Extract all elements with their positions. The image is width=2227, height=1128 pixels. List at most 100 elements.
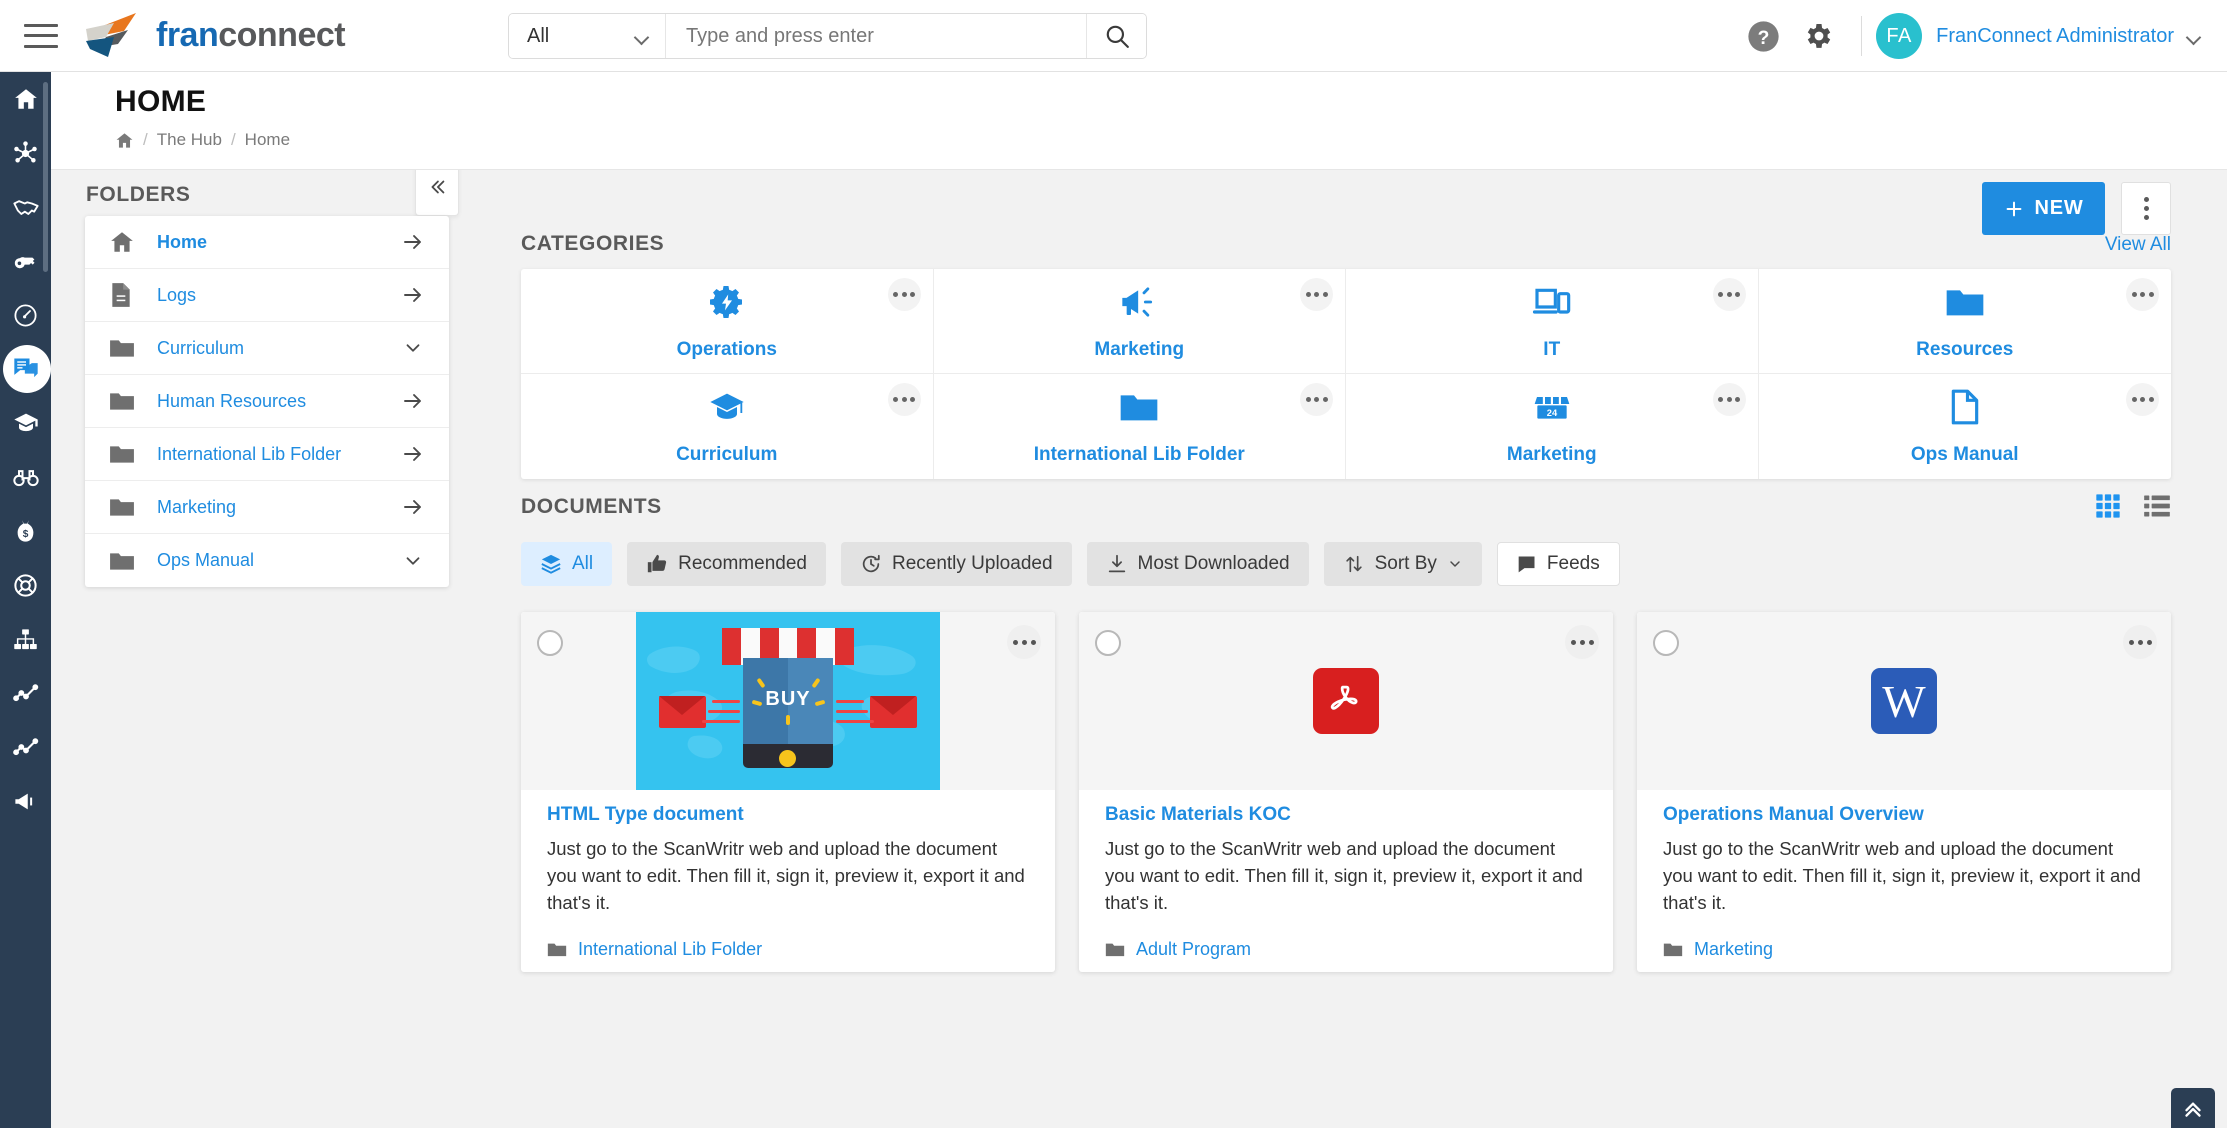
chevron-down-icon[interactable] bbox=[399, 550, 427, 572]
hamburger-icon[interactable] bbox=[24, 23, 58, 48]
arrow-right-icon[interactable] bbox=[399, 230, 427, 254]
more-horizontal-icon[interactable] bbox=[887, 278, 921, 311]
circle-checkbox-icon[interactable] bbox=[537, 630, 563, 656]
category-tile-ops-manual[interactable]: Ops Manual bbox=[1759, 374, 2172, 479]
nav-item-performance[interactable] bbox=[0, 288, 51, 342]
nav-item-finance[interactable]: $ bbox=[0, 504, 51, 558]
nav-item-insights[interactable] bbox=[0, 720, 51, 774]
category-tile-marketing[interactable]: Marketing bbox=[933, 269, 1346, 374]
list-view-icon[interactable] bbox=[2143, 492, 2171, 525]
breadcrumb-item-home[interactable]: Home bbox=[245, 130, 290, 150]
filter-label: Recommended bbox=[678, 553, 807, 574]
nav-item-campaigns[interactable] bbox=[0, 774, 51, 828]
more-horizontal-icon[interactable] bbox=[1300, 278, 1333, 311]
avatar[interactable]: FA bbox=[1876, 13, 1923, 59]
search-input[interactable] bbox=[666, 14, 1086, 58]
folder-row-human-resources[interactable]: Human Resources bbox=[85, 375, 449, 428]
categories-view-all-link[interactable]: View All bbox=[2105, 234, 2171, 256]
folder-row-international-lib-folder[interactable]: International Lib Folder bbox=[85, 428, 449, 481]
nav-item-field-ops[interactable] bbox=[0, 450, 51, 504]
search-scope-value: All bbox=[527, 24, 550, 47]
card-folder-link[interactable]: Adult Program bbox=[1105, 939, 1251, 960]
card-thumbnail bbox=[1079, 612, 1613, 790]
more-horizontal-icon[interactable] bbox=[2126, 278, 2159, 311]
settings-button[interactable] bbox=[1791, 8, 1847, 64]
folder-icon bbox=[109, 496, 141, 518]
category-tile-resources[interactable]: Resources bbox=[1758, 269, 2171, 374]
circle-checkbox-icon[interactable] bbox=[1653, 630, 1679, 656]
money-bag-icon: $ bbox=[17, 519, 34, 542]
chevron-down-icon[interactable] bbox=[399, 337, 427, 359]
category-tile-operations[interactable]: Operations bbox=[521, 269, 934, 374]
category-tile-curriculum[interactable]: Curriculum bbox=[521, 374, 934, 479]
nav-scrollbar[interactable] bbox=[43, 82, 48, 272]
top-bar: franconnect All ? bbox=[0, 0, 2227, 72]
card-folder-link[interactable]: International Lib Folder bbox=[547, 939, 762, 960]
filter-most-downloaded[interactable]: Most Downloaded bbox=[1086, 542, 1309, 586]
brand-logo-group[interactable]: franconnect bbox=[80, 11, 346, 61]
more-horizontal-icon[interactable] bbox=[1300, 383, 1333, 416]
card-title[interactable]: Operations Manual Overview bbox=[1663, 804, 2145, 826]
more-horizontal-icon[interactable] bbox=[2123, 625, 2157, 659]
filter-sort-by[interactable]: Sort By bbox=[1323, 542, 1482, 586]
document-card[interactable]: BUY HTML Type document Just go to the Sc… bbox=[521, 612, 1055, 972]
folder-row-curriculum[interactable]: Curriculum bbox=[85, 322, 449, 375]
more-horizontal-icon[interactable] bbox=[2126, 383, 2159, 416]
card-folder-label: International Lib Folder bbox=[578, 939, 763, 959]
chevron-down-icon bbox=[636, 32, 649, 40]
card-title[interactable]: Basic Materials KOC bbox=[1105, 804, 1587, 826]
grid-view-icon[interactable] bbox=[2094, 492, 2122, 525]
more-horizontal-icon[interactable] bbox=[1712, 383, 1746, 416]
folders-heading: FOLDERS bbox=[86, 183, 191, 206]
folder-row-ops-manual[interactable]: Ops Manual bbox=[85, 534, 449, 587]
circle-checkbox-icon[interactable] bbox=[1095, 630, 1121, 656]
username-label[interactable]: FranConnect Administrator bbox=[1936, 25, 2174, 48]
more-horizontal-icon[interactable] bbox=[1007, 625, 1041, 659]
categories-grid: Operations Marketing IT Resources Curric… bbox=[521, 269, 2171, 479]
filter-recommended[interactable]: Recommended bbox=[627, 542, 826, 586]
document-card[interactable]: W Operations Manual Overview Just go to … bbox=[1637, 612, 2171, 972]
arrow-right-icon[interactable] bbox=[399, 389, 427, 413]
breadcrumb-item-the-hub[interactable]: The Hub bbox=[157, 130, 222, 150]
nav-item-analytics[interactable] bbox=[0, 666, 51, 720]
help-button[interactable]: ? bbox=[1735, 8, 1791, 64]
gear-bolt-icon bbox=[707, 282, 747, 322]
more-horizontal-icon[interactable] bbox=[1565, 625, 1599, 659]
arrow-right-icon[interactable] bbox=[399, 442, 427, 466]
page-options-button[interactable] bbox=[2121, 182, 2171, 235]
filter-all[interactable]: All bbox=[521, 542, 613, 586]
category-tile-marketing-store[interactable]: 24 Marketing bbox=[1346, 374, 1759, 479]
new-button[interactable]: NEW bbox=[1982, 182, 2105, 235]
folder-label: Marketing bbox=[157, 496, 237, 517]
category-tile-it[interactable]: IT bbox=[1346, 269, 1759, 374]
folder-row-marketing[interactable]: Marketing bbox=[85, 481, 449, 534]
scroll-to-top-button[interactable] bbox=[2171, 1088, 2215, 1128]
search-button[interactable] bbox=[1086, 14, 1146, 58]
nav-item-support[interactable] bbox=[0, 558, 51, 612]
filter-recently-uploaded[interactable]: Recently Uploaded bbox=[840, 542, 1072, 586]
card-title[interactable]: HTML Type document bbox=[547, 804, 1029, 826]
arrow-right-icon[interactable] bbox=[399, 283, 427, 307]
category-tile-international-lib-folder[interactable]: International Lib Folder bbox=[934, 374, 1346, 479]
card-folder-link[interactable]: Marketing bbox=[1663, 939, 1773, 960]
nav-item-hub[interactable] bbox=[0, 342, 51, 396]
folder-row-logs[interactable]: Logs bbox=[85, 269, 449, 322]
filter-label: Recently Uploaded bbox=[891, 553, 1053, 574]
more-horizontal-icon[interactable] bbox=[887, 383, 921, 416]
more-horizontal-icon[interactable] bbox=[1712, 278, 1746, 311]
arrow-right-icon[interactable] bbox=[399, 495, 427, 519]
ecommerce-illustration: BUY bbox=[636, 612, 940, 790]
nav-item-org[interactable] bbox=[0, 612, 51, 666]
chevron-down-icon[interactable] bbox=[2188, 32, 2201, 40]
graduation-cap-icon bbox=[13, 413, 38, 432]
document-card[interactable]: Basic Materials KOC Just go to the ScanW… bbox=[1079, 612, 1613, 972]
right-panel: NEW CATEGORIES View All Operations Marke… bbox=[471, 170, 2227, 1128]
nav-item-training[interactable] bbox=[0, 396, 51, 450]
folder-icon bbox=[109, 390, 141, 412]
home-icon[interactable] bbox=[115, 131, 134, 150]
search-scope-select[interactable]: All bbox=[509, 14, 666, 58]
folder-row-home[interactable]: Home bbox=[85, 216, 449, 269]
folder-label: Curriculum bbox=[157, 337, 245, 358]
filter-feeds[interactable]: Feeds bbox=[1496, 542, 1620, 586]
more-vertical-icon bbox=[2143, 197, 2149, 220]
